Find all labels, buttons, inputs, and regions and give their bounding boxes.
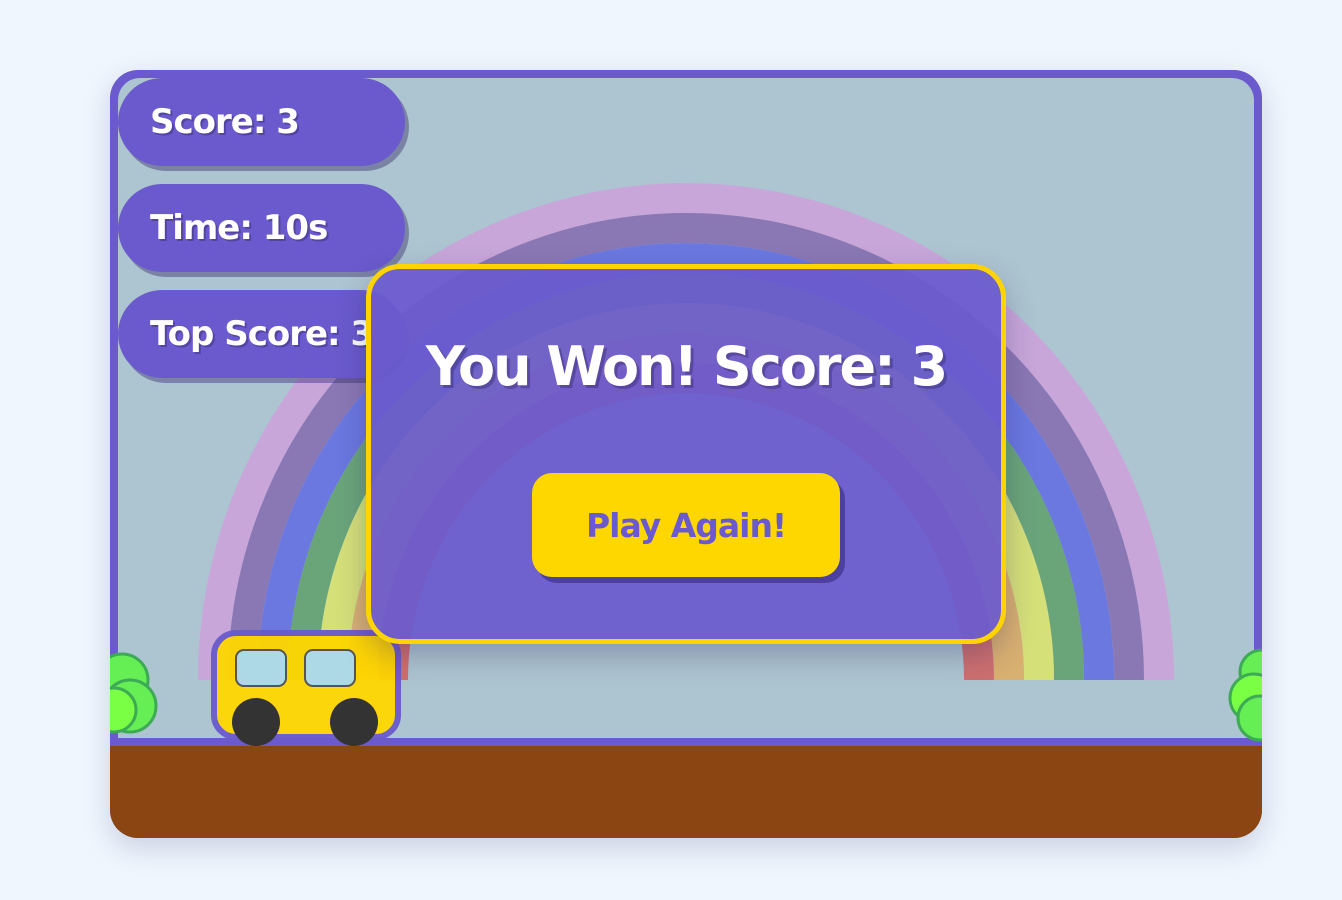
bush-left-icon bbox=[110, 652, 158, 734]
time-display: Time: 10s bbox=[118, 184, 405, 272]
bus-icon bbox=[211, 630, 401, 746]
top-score-display: Top Score: 3 bbox=[118, 290, 405, 378]
bush-right-icon bbox=[1228, 648, 1262, 742]
game-over-dialog: You Won! Score: 3 Play Again! bbox=[366, 264, 1006, 644]
win-message: You Won! Score: 3 bbox=[425, 335, 948, 398]
play-again-button[interactable]: Play Again! bbox=[532, 473, 840, 577]
score-display: Score: 3 bbox=[118, 78, 405, 166]
ground bbox=[110, 746, 1262, 838]
